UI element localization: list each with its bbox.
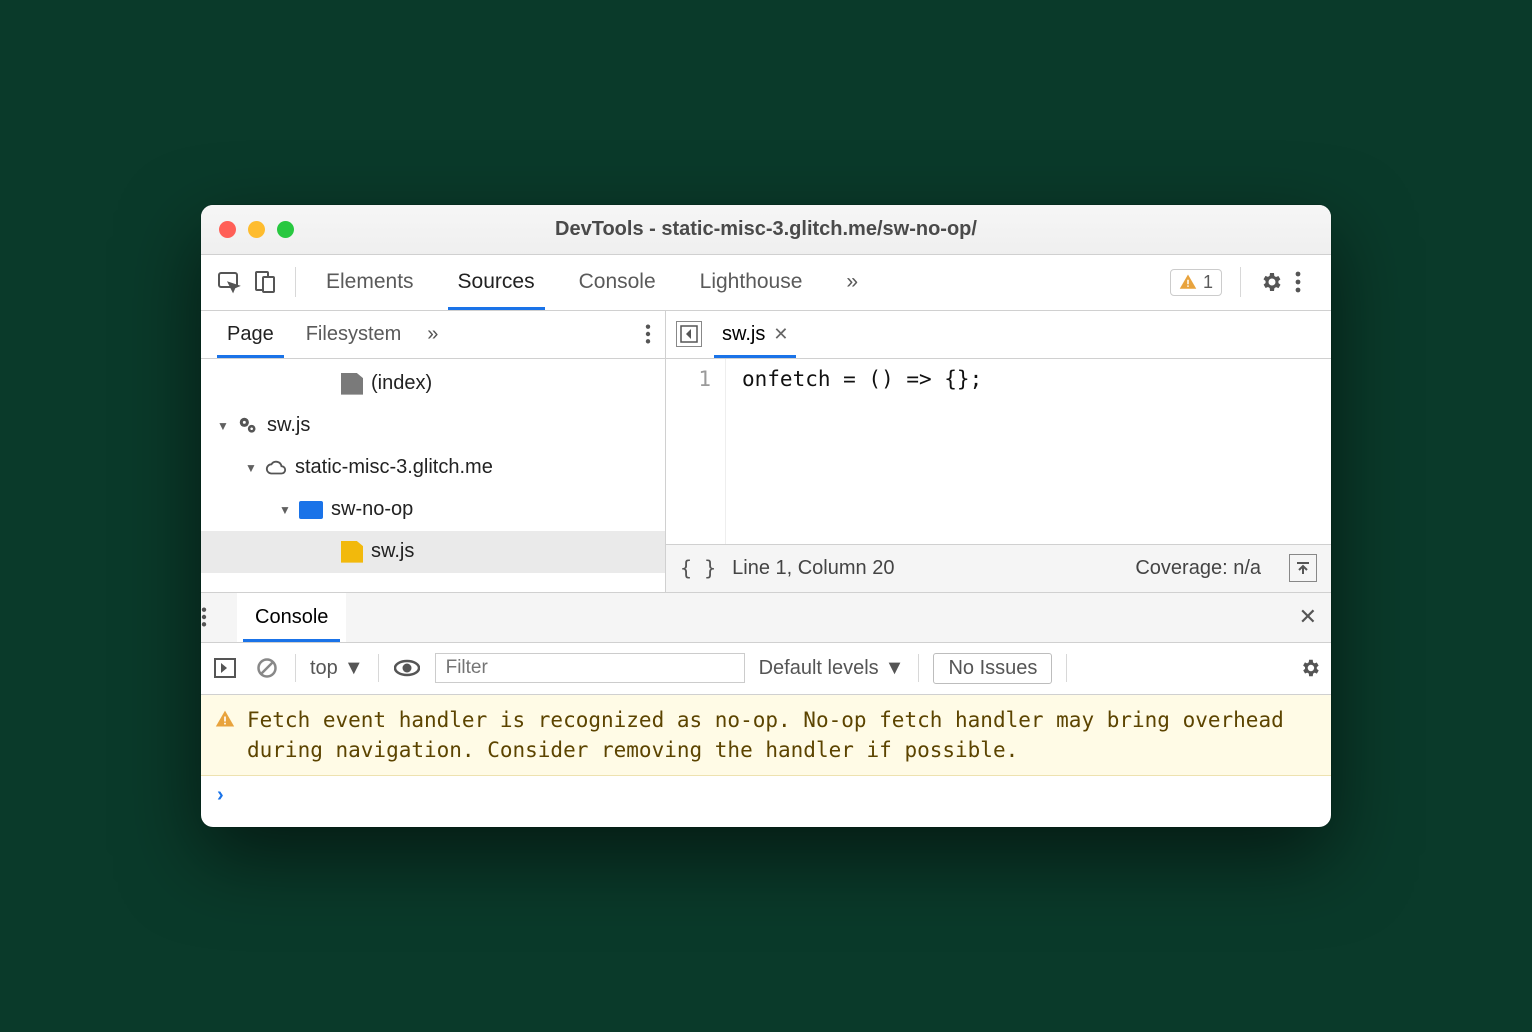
inspect-element-icon[interactable]	[217, 270, 241, 294]
navigator-panel: Page Filesystem » (index) ▼ sw.js	[201, 311, 666, 592]
scroll-to-top-button[interactable]	[1289, 554, 1317, 582]
settings-icon[interactable]	[1259, 270, 1287, 294]
warning-icon	[215, 709, 235, 766]
folder-icon	[299, 501, 323, 519]
clear-console-icon[interactable]	[253, 656, 281, 680]
tree-item-sw-root[interactable]: ▼ sw.js	[201, 405, 665, 447]
editor-panel: sw.js ✕ 1 onfetch = () => {}; { } Line 1…	[666, 311, 1331, 592]
drawer-options-icon[interactable]	[201, 606, 237, 628]
tree-item-folder[interactable]: ▼ sw-no-op	[201, 489, 665, 531]
line-gutter: 1	[666, 359, 726, 544]
warnings-badge[interactable]: 1	[1170, 269, 1222, 296]
service-worker-icon	[237, 415, 259, 437]
navigator-tab-page[interactable]: Page	[211, 311, 290, 358]
editor-tab-swjs[interactable]: sw.js ✕	[712, 311, 798, 358]
more-navigator-tabs[interactable]: »	[427, 323, 432, 346]
tree-item-index[interactable]: (index)	[201, 363, 665, 405]
device-toolbar-icon[interactable]	[253, 270, 277, 294]
cloud-icon	[265, 457, 287, 479]
tab-console[interactable]: Console	[559, 255, 676, 310]
more-tabs-button[interactable]: »	[826, 255, 872, 310]
navigator-tab-filesystem[interactable]: Filesystem	[290, 311, 418, 358]
pretty-print-button[interactable]: { }	[680, 556, 716, 580]
cursor-position: Line 1, Column 20	[732, 557, 894, 580]
tab-sources[interactable]: Sources	[438, 255, 555, 310]
chevron-down-icon: ▼	[245, 461, 257, 475]
maximize-window-button[interactable]	[277, 221, 294, 238]
drawer-tab-console[interactable]: Console	[237, 593, 346, 642]
more-options-icon[interactable]	[1295, 270, 1323, 294]
devtools-window: DevTools - static-misc-3.glitch.me/sw-no…	[201, 205, 1331, 828]
tab-elements[interactable]: Elements	[306, 255, 434, 310]
editor-statusbar: { } Line 1, Column 20 Coverage: n/a	[666, 544, 1331, 592]
warning-count: 1	[1203, 272, 1213, 293]
close-tab-icon[interactable]: ✕	[773, 324, 788, 345]
file-icon	[341, 373, 363, 395]
titlebar: DevTools - static-misc-3.glitch.me/sw-no…	[201, 205, 1331, 255]
console-prompt[interactable]: ›	[201, 776, 1331, 827]
filter-input[interactable]	[435, 653, 745, 683]
chevron-down-icon: ▼	[217, 419, 229, 433]
tab-lighthouse[interactable]: Lighthouse	[680, 255, 823, 310]
chevron-down-icon: ▼	[344, 657, 364, 680]
toggle-sidebar-icon[interactable]	[211, 656, 239, 680]
console-warning-text: Fetch event handler is recognized as no-…	[247, 705, 1317, 766]
code-editor[interactable]: 1 onfetch = () => {};	[666, 359, 1331, 544]
issues-button[interactable]: No Issues	[933, 653, 1052, 684]
coverage-label: Coverage: n/a	[1135, 557, 1261, 580]
filter-field[interactable]	[435, 653, 745, 683]
chevron-down-icon: ▼	[885, 657, 905, 680]
console-settings-icon[interactable]	[1299, 657, 1321, 679]
panel-tabs: Elements Sources Console Lighthouse »	[306, 255, 872, 310]
file-tree: (index) ▼ sw.js ▼ static-misc-3.glitch.m…	[201, 359, 665, 592]
js-file-icon	[341, 541, 363, 563]
close-window-button[interactable]	[219, 221, 236, 238]
traffic-lights	[219, 221, 294, 238]
tree-item-domain[interactable]: ▼ static-misc-3.glitch.me	[201, 447, 665, 489]
context-selector[interactable]: top ▼	[310, 657, 364, 680]
console-toolbar: top ▼ Default levels ▼ No Issues	[201, 643, 1331, 695]
log-levels-selector[interactable]: Default levels ▼	[759, 657, 905, 680]
drawer-header: Console ✕	[201, 593, 1331, 643]
window-title: DevTools - static-misc-3.glitch.me/sw-no…	[201, 218, 1331, 241]
close-drawer-icon[interactable]: ✕	[1299, 604, 1317, 630]
minimize-window-button[interactable]	[248, 221, 265, 238]
navigator-options-icon[interactable]	[645, 323, 651, 345]
code-content: onfetch = () => {};	[726, 359, 982, 544]
live-expression-icon[interactable]	[393, 656, 421, 680]
toggle-navigator-button[interactable]	[676, 321, 702, 347]
tree-item-file-selected[interactable]: sw.js	[201, 531, 665, 573]
chevron-down-icon: ▼	[279, 503, 291, 517]
console-warning-row[interactable]: Fetch event handler is recognized as no-…	[201, 695, 1331, 777]
main-toolbar: Elements Sources Console Lighthouse » 1	[201, 255, 1331, 311]
